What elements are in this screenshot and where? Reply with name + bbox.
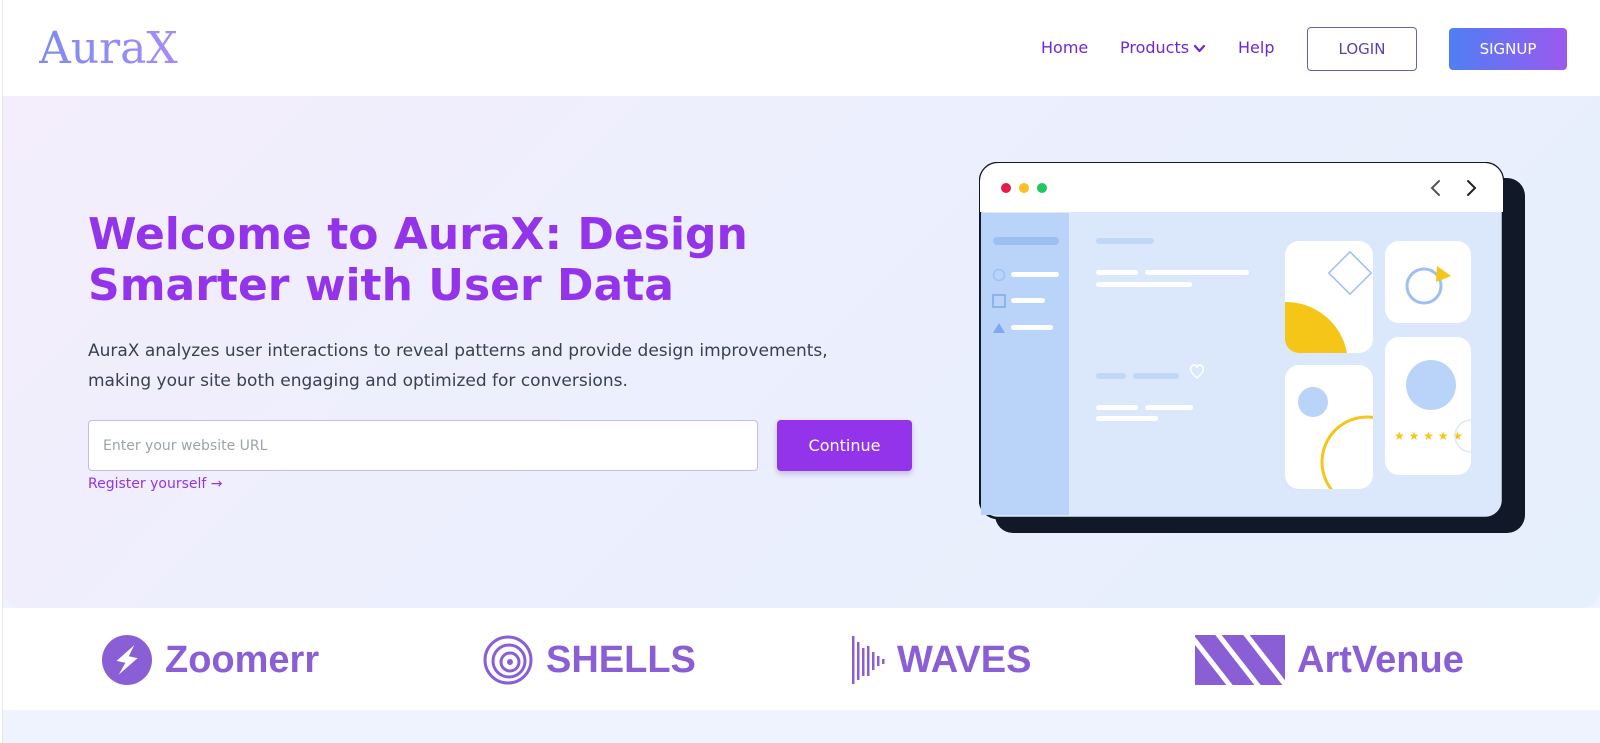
mockup-minimize-dot — [1019, 183, 1029, 193]
diagonal-stripes-icon — [1195, 635, 1285, 685]
register-link[interactable]: Register yourself → — [88, 476, 222, 492]
partner-logo-zoomerr: Zoomerr — [101, 632, 319, 688]
partner-logo-waves: WAVES — [849, 632, 1031, 688]
mockup-rating-stars: ★ ★ ★ ★ ★ — [1394, 429, 1463, 443]
hero-section: Welcome to AuraX: Design Smarter with Us… — [3, 96, 1600, 608]
hero-description: AuraX analyzes user interactions to reve… — [88, 341, 828, 391]
partner-logos-strip: Zoomerr SHELLS WAVES ArtVenue — [3, 608, 1600, 710]
signup-button[interactable]: SIGNUP — [1449, 28, 1567, 70]
partner-name: ArtVenue — [1297, 638, 1464, 681]
site-header: AuraX Home Products Help LOGIN SIGNUP — [3, 0, 1600, 96]
nav-home-link[interactable]: Home — [1041, 38, 1088, 57]
mockup-titlebar — [980, 163, 1503, 212]
mockup-card-arrow — [1385, 241, 1471, 323]
partner-name: Zoomerr — [165, 638, 320, 681]
partner-logo-shells: SHELLS — [482, 632, 696, 688]
mockup-sidebar-line — [1011, 298, 1045, 303]
partner-logo-artvenue: ArtVenue — [1195, 632, 1464, 688]
mockup-maximize-dot — [1037, 183, 1047, 193]
partner-name: WAVES — [897, 638, 1032, 681]
mockup-sidebar — [981, 213, 1069, 515]
nav-products-dropdown[interactable]: Products — [1120, 38, 1206, 58]
main-nav: Home Products Help LOGIN SIGNUP — [3, 0, 1600, 96]
mockup-content-line — [1096, 270, 1138, 275]
website-url-input[interactable] — [88, 420, 758, 471]
spiral-shell-icon — [483, 635, 533, 685]
mockup-sidebar-header — [993, 237, 1059, 245]
mockup-content-line — [1133, 373, 1179, 379]
mockup-content-line — [1096, 282, 1192, 287]
partner-name: SHELLS — [546, 638, 696, 681]
mockup-content-line — [1096, 373, 1126, 379]
mockup-content-line — [1096, 238, 1154, 244]
next-section-edge — [3, 710, 1600, 743]
mockup-content-line — [1145, 270, 1249, 275]
lightning-bolt-icon — [102, 635, 152, 685]
sound-wave-icon — [852, 636, 885, 684]
nav-products-label: Products — [1120, 38, 1190, 57]
chevron-down-icon — [1193, 39, 1206, 58]
mockup-content-line — [1096, 405, 1138, 410]
mockup-close-dot — [1001, 183, 1011, 193]
mockup-content-line — [1145, 405, 1193, 410]
nav-help-link[interactable]: Help — [1238, 38, 1274, 57]
login-button[interactable]: LOGIN — [1307, 27, 1417, 71]
browser-mockup-illustration: ★ ★ ★ ★ ★ — [979, 162, 1525, 533]
mockup-content-line — [1096, 416, 1158, 421]
mockup-card-diamond — [1285, 241, 1373, 353]
continue-button[interactable]: Continue — [777, 420, 912, 471]
mockup-sidebar-line — [1011, 272, 1059, 277]
mockup-sidebar-line — [1011, 325, 1053, 330]
hero-title: Welcome to AuraX: Design Smarter with Us… — [88, 209, 748, 311]
